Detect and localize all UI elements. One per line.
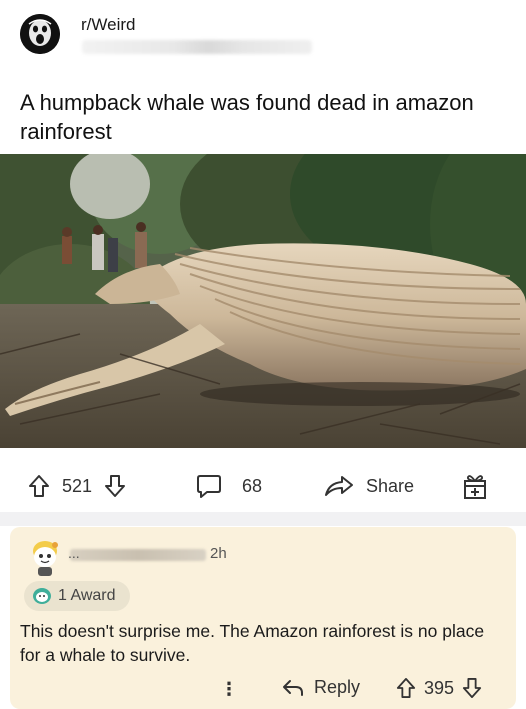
- comment-count: 68: [242, 475, 263, 496]
- comment-action-bar: ⋮ Reply 395: [10, 675, 516, 705]
- award-label: 1 Award: [58, 587, 116, 604]
- share-label: Share: [366, 475, 415, 496]
- award-button[interactable]: [462, 472, 488, 500]
- share-button[interactable]: Share: [324, 472, 414, 500]
- comment-bubble-icon: [197, 475, 221, 498]
- award-icon: [33, 588, 51, 604]
- reply-arrow-icon: [283, 679, 303, 696]
- comment-vote-group: 395: [396, 677, 482, 699]
- comment-score: 395: [424, 677, 455, 698]
- screaming-face-icon: [20, 14, 60, 54]
- upvote-arrow-icon[interactable]: [28, 474, 50, 498]
- redacted-username: [82, 40, 312, 54]
- vote-group: 521: [28, 472, 126, 500]
- comment-downvote-icon[interactable]: [462, 677, 482, 699]
- post-title[interactable]: A humpback whale was found dead in amazo…: [20, 88, 490, 146]
- snoo-avatar-icon: [33, 541, 58, 576]
- gift-award-icon: [464, 475, 486, 499]
- comment-card: ... 2h 1 Award This doesn't surprise me.…: [10, 527, 516, 709]
- comment-timestamp: 2h: [210, 545, 227, 562]
- redacted-commenter-name: [70, 549, 206, 561]
- reply-button[interactable]: Reply: [282, 677, 360, 698]
- award-badge[interactable]: 1 Award: [24, 581, 130, 611]
- commenter-avatar[interactable]: [28, 539, 62, 577]
- comment-upvote-icon[interactable]: [396, 677, 416, 699]
- comments-button[interactable]: 68: [196, 472, 262, 500]
- reply-label: Reply: [314, 677, 361, 697]
- section-divider: [0, 512, 526, 526]
- subreddit-name[interactable]: r/Weird: [81, 15, 135, 35]
- post-image[interactable]: [0, 154, 526, 448]
- comment-body: This doesn't surprise me. The Amazon rai…: [20, 621, 485, 665]
- downvote-arrow-icon[interactable]: [104, 474, 126, 498]
- post-header: r/Weird: [20, 10, 510, 62]
- whale-photo: [0, 154, 526, 448]
- more-options-icon[interactable]: ⋮: [220, 679, 238, 700]
- subreddit-avatar[interactable]: [20, 14, 60, 54]
- upvote-count: 521: [62, 475, 93, 496]
- post-action-bar: 521 68 Share: [0, 460, 526, 512]
- share-arrow-icon: [325, 476, 353, 496]
- commenter-name-prefix: ...: [68, 545, 80, 561]
